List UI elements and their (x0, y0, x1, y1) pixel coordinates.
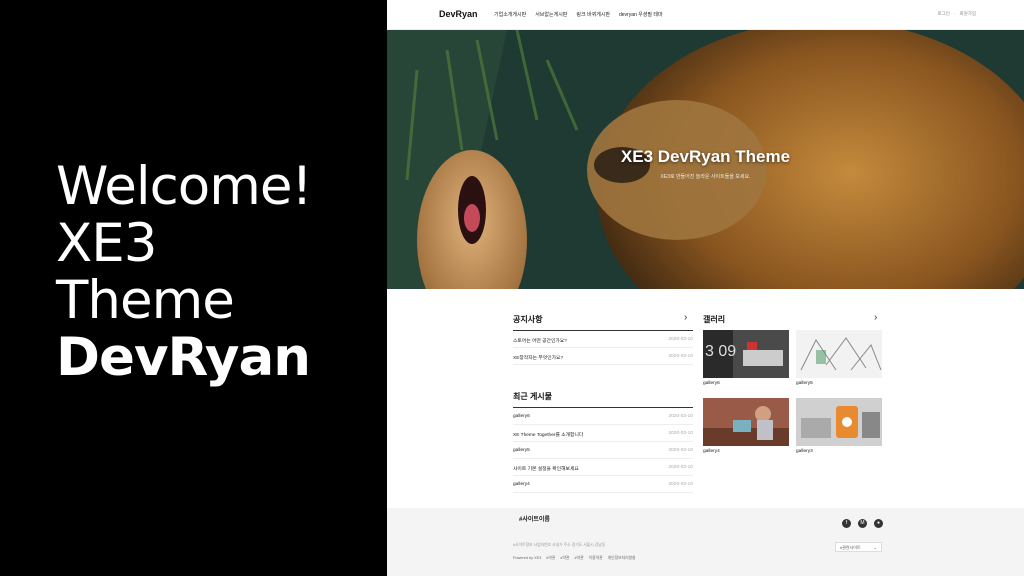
menu-item-theme[interactable]: devryan 우셩필 테마 (619, 11, 663, 18)
gallery4-image (703, 398, 789, 446)
notice-row[interactable]: XE창작자는 무엇인가요? 2020-03-10 (513, 348, 693, 365)
site-screenshot: DevRyan 기업소개게시판 서브없는게시판 링크 바뀌게시판 devryan… (387, 0, 1024, 576)
facebook-icon[interactable]: f (842, 519, 851, 528)
recent-row[interactable]: gallery5 2020-03-10 (513, 442, 693, 459)
top-nav: DevRyan 기업소개게시판 서브없는게시판 링크 바뀌게시판 devryan… (387, 0, 1024, 30)
intro-line-xe3: XE3 (56, 213, 158, 274)
menu-item-link[interactable]: 링크 바뀌게시판 (576, 11, 610, 18)
recent-row-date: 2020-03-10 (668, 448, 693, 453)
github-icon[interactable]: ● (874, 519, 883, 528)
footer-link[interactable]: #약관 (575, 556, 584, 561)
recent-row-title: gallery6 (513, 414, 530, 419)
notice-row-title: 스토어는 어떤 공간인가요? (513, 339, 567, 344)
notice-more-chevron-right-icon[interactable]: › (684, 312, 687, 323)
medium-icon[interactable]: M (858, 519, 867, 528)
svg-text:3 09: 3 09 (705, 343, 736, 360)
recent-row-date: 2020-03-10 (668, 465, 693, 470)
site-footer: #사이트이름 #사이트정보 사업자번호 사내가 주소 경기도 서울시 강남동 P… (387, 508, 1024, 576)
recent-row-title: gallery5 (513, 448, 530, 453)
gallery3-image (796, 398, 882, 446)
auth-links: 로그인 · 회원가입 (938, 11, 976, 17)
recent-row-title: XE Theme Together를 소개합니다 (513, 433, 584, 438)
notice-row-date: 2020-03-10 (668, 337, 693, 342)
recent-title: 최근 게시물 (513, 392, 553, 401)
recent-row[interactable]: gallery6 2020-03-10 (513, 408, 693, 425)
gallery-caption: gallery6 (703, 381, 720, 386)
footer-address: #사이트정보 사업자번호 사내가 주소 경기도 서울시 강남동 (513, 543, 606, 547)
recent-row-title: gallery4 (513, 482, 530, 487)
recent-row-date: 2020-03-10 (668, 414, 693, 419)
intro-line-welcome: Welcome! (56, 156, 313, 217)
recent-row-date: 2020-03-10 (668, 482, 693, 487)
intro-line-theme: Theme (56, 270, 235, 331)
social-links: f M ● (842, 519, 883, 528)
notice-title: 공지사항 (513, 315, 543, 324)
gallery-thumb-3[interactable] (796, 398, 882, 446)
footer-site-name: #사이트이름 (519, 517, 550, 523)
hero-subtitle: XE3로 만들어진 놀라운 사이트들을 보세요. (660, 174, 751, 180)
notice-row[interactable]: 스토어는 어떤 공간인가요? 2020-03-10 (513, 331, 693, 348)
gallery-more-chevron-right-icon[interactable]: › (874, 312, 877, 323)
intro-panel: Welcome! XE3 Theme DevRyan (0, 0, 387, 576)
menu-item-nosub[interactable]: 서브없는게시판 (535, 11, 567, 18)
auth-separator: · (953, 11, 956, 16)
footer-link[interactable]: 개인정보처리방침 (608, 556, 636, 561)
intro-text: Welcome! XE3 Theme DevRyan (56, 158, 376, 386)
gallery5-image (796, 330, 882, 378)
recent-row-title: 사이트 기본 설정을 확인해보세요 (513, 467, 579, 472)
notice-row-title: XE창작자는 무엇인가요? (513, 356, 564, 361)
main-menu: 기업소개게시판 서브없는게시판 링크 바뀌게시판 devryan 우셩필 테마 (494, 11, 663, 18)
site-logo[interactable]: DevRyan (439, 9, 478, 19)
footer-link[interactable]: #약관 (560, 556, 569, 561)
intro-line-devryan: DevRyan (56, 327, 311, 388)
signup-link[interactable]: 회원가입 (959, 11, 976, 17)
gallery-caption: gallery4 (703, 449, 720, 454)
hero-title: XE3 DevRyan Theme (620, 147, 791, 166)
gallery-title: 갤러리 (703, 315, 726, 324)
gallery-thumb-6[interactable]: 3 09 (703, 330, 789, 378)
related-site-select-value: #관련사이트 (840, 545, 861, 550)
gallery-thumb-5[interactable] (796, 330, 882, 378)
recent-row[interactable]: XE Theme Together를 소개합니다 2020-03-10 (513, 425, 693, 442)
gallery-caption: gallery5 (796, 381, 813, 386)
login-link[interactable]: 로그인 (938, 11, 950, 17)
gallery6-image: 3 09 (703, 330, 789, 378)
recent-row-date: 2020-03-10 (668, 431, 693, 436)
footer-link[interactable]: 이용약관 (589, 556, 603, 561)
related-site-select[interactable]: #관련사이트 ⌄ (835, 542, 882, 552)
gallery-thumb-4[interactable] (703, 398, 789, 446)
notice-row-date: 2020-03-10 (668, 354, 693, 359)
footer-powered: Powered by XE3 (513, 556, 542, 560)
recent-row[interactable]: gallery4 2020-03-10 (513, 476, 693, 493)
hero-banner: XE3 DevRyan Theme XE3로 만들어진 놀라운 사이트들을 보세… (387, 30, 1024, 289)
chevron-down-icon: ⌄ (873, 545, 877, 550)
footer-links: Powered by XE3 #약관 #약관 #약관 이용약관 개인정보처리방침 (513, 556, 636, 561)
menu-item-company[interactable]: 기업소개게시판 (494, 11, 526, 18)
recent-row[interactable]: 사이트 기본 설정을 확인해보세요 2020-03-10 (513, 459, 693, 476)
footer-link[interactable]: #약관 (546, 556, 555, 561)
gallery-caption: gallery3 (796, 449, 813, 454)
